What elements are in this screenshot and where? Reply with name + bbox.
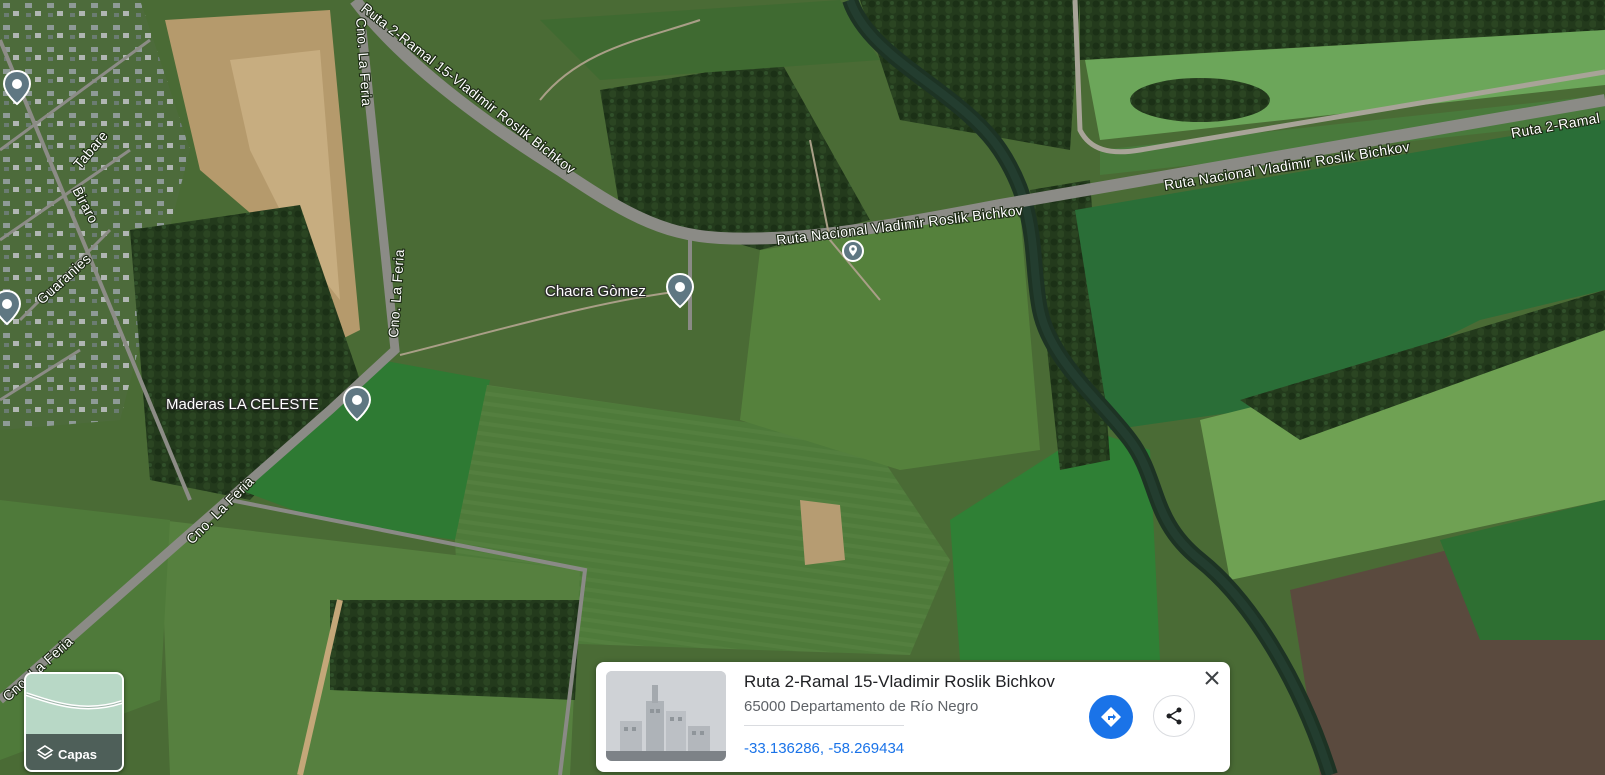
directions-button[interactable]	[1089, 695, 1133, 739]
maderas-la-celeste-pin-icon[interactable]	[342, 386, 372, 422]
place-coordinates[interactable]: -33.136286, -58.269434	[744, 740, 904, 757]
layers-label: Capas	[58, 747, 98, 762]
card-divider	[744, 725, 904, 726]
place-thumbnail[interactable]	[606, 671, 726, 761]
satellite-map[interactable]: Ruta 2-Ramal 15-Vladimir Roslik Bichkov …	[0, 0, 1605, 775]
place-info-card: Ruta 2-Ramal 15-Vladimir Roslik Bichkov …	[596, 662, 1230, 772]
location-marker-icon[interactable]	[841, 239, 865, 263]
map-pin-icon[interactable]	[2, 70, 32, 106]
chacra-gomez-pin-icon[interactable]	[665, 273, 695, 309]
layers-icon	[36, 745, 54, 760]
place-label-maderas-la-celeste[interactable]: Maderas LA CELESTE	[166, 396, 319, 413]
close-icon[interactable]	[1202, 668, 1222, 688]
map-pin-icon[interactable]	[0, 290, 22, 326]
layers-button[interactable]: Capas	[24, 672, 124, 772]
place-title: Ruta 2-Ramal 15-Vladimir Roslik Bichkov	[744, 672, 1055, 691]
share-icon	[1166, 707, 1182, 725]
share-button[interactable]	[1153, 695, 1195, 737]
place-address: 65000 Departamento de Río Negro	[744, 698, 979, 715]
place-label-chacra-gomez[interactable]: Chacra Gòmez	[545, 283, 646, 300]
building-illustration	[606, 671, 726, 761]
directions-icon	[1101, 707, 1121, 727]
